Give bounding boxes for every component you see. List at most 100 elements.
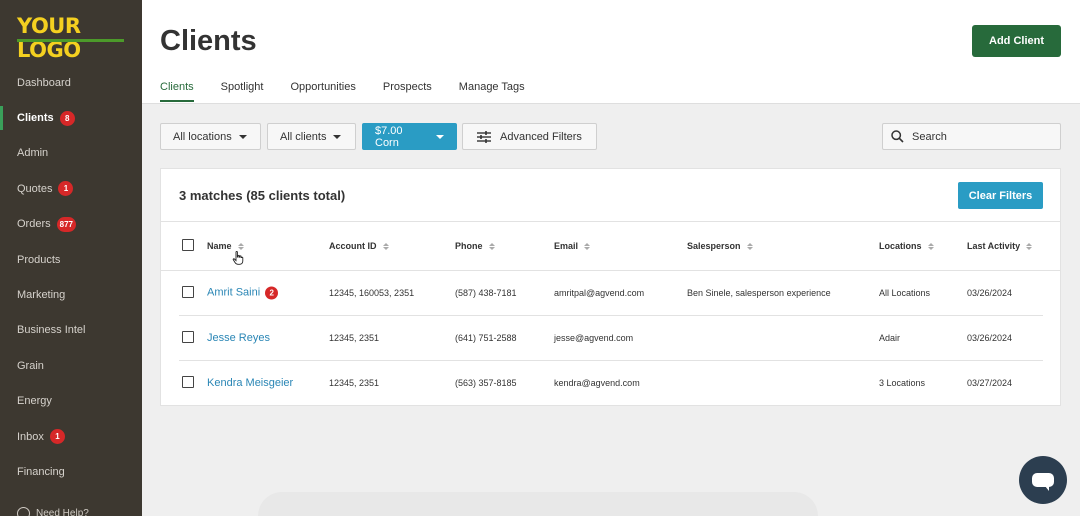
sidebar-item-label: Marketing: [17, 289, 66, 302]
client-name: Amrit Saini: [207, 286, 261, 299]
tab-prospects[interactable]: Prospects: [383, 81, 432, 102]
divider: [161, 221, 1060, 222]
email-cell: amritpal@agvend.com: [554, 287, 645, 298]
chevron-down-icon: [333, 134, 342, 139]
corn-price-dropdown[interactable]: $7.00 Corn: [362, 123, 457, 150]
clients-dropdown[interactable]: All clients: [267, 123, 356, 150]
tab-clients[interactable]: Clients: [160, 81, 194, 102]
hand-cursor-icon: [232, 251, 244, 265]
client-notification-badge: 2: [265, 286, 279, 299]
sidebar-item-admin[interactable]: Admin: [0, 136, 142, 171]
client-name-link[interactable]: Jesse Reyes: [207, 332, 270, 344]
table-row: Jesse Reyes 12345, 2351 (641) 751-2588 j…: [161, 315, 1060, 361]
sidebar-nav: Dashboard Clients 8 Admin Quotes 1 Orders 8…: [0, 65, 142, 490]
locations-dropdown[interactable]: All locations: [160, 123, 261, 150]
inbox-count-badge: 1: [49, 429, 65, 445]
row-checkbox[interactable]: [182, 286, 194, 298]
sidebar-item-orders[interactable]: Orders 877: [0, 207, 142, 242]
tab-manage-tags[interactable]: Manage Tags: [459, 81, 525, 102]
locations-cell: Adair: [879, 332, 901, 343]
sort-icon: [927, 242, 934, 250]
sidebar-item-financing[interactable]: Financing: [0, 454, 142, 489]
need-help-label: Need Help?: [36, 508, 89, 516]
need-help-link[interactable]: Need Help?: [17, 507, 89, 516]
results-summary: 3 matches (85 clients total): [179, 188, 346, 203]
row-checkbox[interactable]: [182, 376, 194, 388]
logo: YOUR LOGO: [17, 14, 81, 62]
sort-icon: [1026, 242, 1033, 250]
advanced-filters-button[interactable]: Advanced Filters: [462, 123, 597, 150]
chat-button[interactable]: [1019, 456, 1067, 504]
column-header-label: Account ID: [329, 241, 377, 251]
search-input[interactable]: [912, 130, 1052, 143]
sidebar-item-clients[interactable]: Clients 8: [0, 100, 142, 135]
column-header-phone[interactable]: Phone: [455, 241, 495, 251]
column-header-locations[interactable]: Locations: [879, 241, 934, 251]
tab-bar: Clients Spotlight Opportunities Prospect…: [160, 81, 552, 102]
tab-spotlight[interactable]: Spotlight: [221, 81, 264, 102]
sidebar-item-products[interactable]: Products: [0, 242, 142, 277]
client-name: Kendra Meisgeier: [207, 376, 294, 389]
sidebar-item-grain[interactable]: Grain: [0, 348, 142, 383]
sidebar-item-label: Energy: [17, 395, 52, 408]
column-header-label: Email: [554, 241, 579, 251]
account-id-cell: 12345, 2351: [329, 377, 380, 388]
salesperson-cell: Ben Sinele, salesperson experience: [687, 287, 831, 298]
sidebar-item-energy[interactable]: Energy: [0, 384, 142, 419]
sidebar-item-label: Business Intel: [17, 324, 86, 337]
last-activity-cell: 03/26/2024: [967, 287, 1013, 298]
phone-cell: (587) 438-7181: [455, 287, 517, 298]
row-checkbox[interactable]: [182, 331, 194, 343]
table-row: Kendra Meisgeier 12345, 2351 (563) 357-8…: [161, 360, 1060, 405]
column-header-label: Phone: [455, 241, 483, 251]
sort-icon: [488, 242, 495, 250]
clients-count-badge: 8: [59, 110, 75, 126]
sidebar: YOUR LOGO Dashboard Clients 8 Admin Quote…: [0, 0, 142, 516]
search-box: [882, 123, 1061, 150]
clear-filters-button[interactable]: Clear Filters: [958, 182, 1043, 209]
email-cell: kendra@agvend.com: [554, 377, 640, 388]
column-header-name[interactable]: Name: [207, 241, 244, 251]
sidebar-item-label: Dashboard: [17, 76, 71, 89]
sidebar-item-label: Admin: [17, 147, 49, 160]
sidebar-item-label: Quotes: [17, 182, 53, 195]
phone-cell: (563) 357-8185: [455, 377, 517, 388]
sort-icon: [746, 242, 753, 250]
sidebar-item-inbox[interactable]: Inbox 1: [0, 419, 142, 454]
last-activity-cell: 03/27/2024: [967, 377, 1013, 388]
tab-opportunities[interactable]: Opportunities: [290, 81, 355, 102]
sort-icon: [382, 242, 389, 250]
client-name-link[interactable]: Kendra Meisgeier: [207, 377, 293, 389]
sliders-icon: [477, 130, 491, 143]
sidebar-item-business-intel[interactable]: Business Intel: [0, 313, 142, 348]
bottom-panel: [258, 492, 818, 516]
sidebar-item-label: Financing: [17, 465, 65, 478]
column-header-email[interactable]: Email: [554, 241, 591, 251]
column-header-account-id[interactable]: Account ID: [329, 241, 389, 251]
clients-dropdown-label: All clients: [280, 130, 327, 143]
sidebar-item-quotes[interactable]: Quotes 1: [0, 171, 142, 206]
search-icon: [891, 130, 904, 143]
add-client-button[interactable]: Add Client: [972, 25, 1061, 57]
select-all-checkbox[interactable]: [182, 239, 194, 251]
column-header-last-activity[interactable]: Last Activity: [967, 241, 1033, 251]
column-header-label: Name: [207, 241, 232, 251]
orders-count-badge: 877: [56, 216, 76, 232]
email-cell: jesse@agvend.com: [554, 332, 634, 343]
sidebar-item-marketing[interactable]: Marketing: [0, 277, 142, 312]
page-header: Clients Add Client Clients Spotlight Opp…: [142, 0, 1080, 104]
table-row: Amrit Saini 2 12345, 160053, 2351 (587) …: [161, 270, 1060, 316]
logo-underline: [17, 39, 124, 42]
column-header-label: Salesperson: [687, 241, 741, 251]
client-name-link[interactable]: Amrit Saini 2: [207, 286, 279, 299]
quotes-count-badge: 1: [58, 181, 74, 197]
results-card: 3 matches (85 clients total) Clear Filte…: [160, 168, 1061, 406]
account-id-cell: 12345, 2351: [329, 332, 380, 343]
sidebar-item-dashboard[interactable]: Dashboard: [0, 65, 142, 100]
last-activity-cell: 03/26/2024: [967, 332, 1013, 343]
sort-icon: [584, 242, 591, 250]
client-name: Jesse Reyes: [207, 331, 270, 344]
column-header-salesperson[interactable]: Salesperson: [687, 241, 753, 251]
account-id-cell: 12345, 160053, 2351: [329, 287, 415, 298]
sidebar-item-label: Orders: [17, 218, 51, 231]
